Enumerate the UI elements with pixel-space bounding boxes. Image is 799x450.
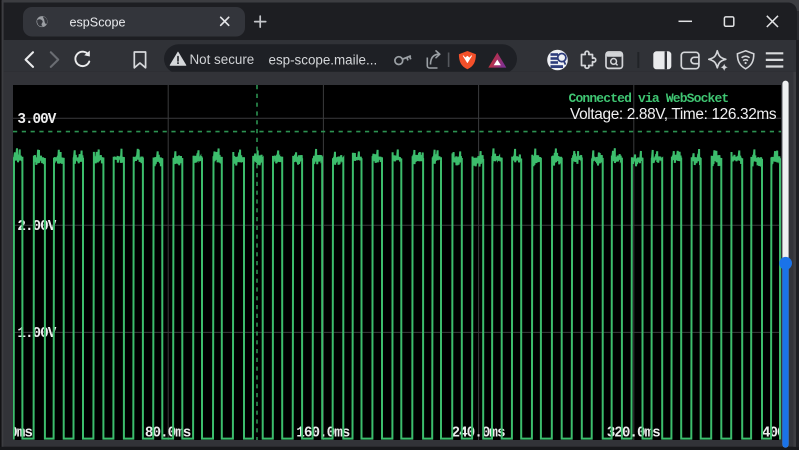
svg-text:Voltage: 2.88V, Time: 126.32ms: Voltage: 2.88V, Time: 126.32ms: [570, 106, 777, 123]
svg-text:espScope: espScope: [70, 15, 126, 29]
svg-text:Not secure: Not secure: [190, 52, 255, 67]
svg-text:esp-scope.maile...: esp-scope.maile...: [269, 52, 378, 67]
svg-text:240.0ms: 240.0ms: [452, 426, 505, 442]
svg-text:Connected via WebSocket: Connected via WebSocket: [569, 91, 729, 106]
svg-text:3.00V: 3.00V: [17, 112, 56, 128]
